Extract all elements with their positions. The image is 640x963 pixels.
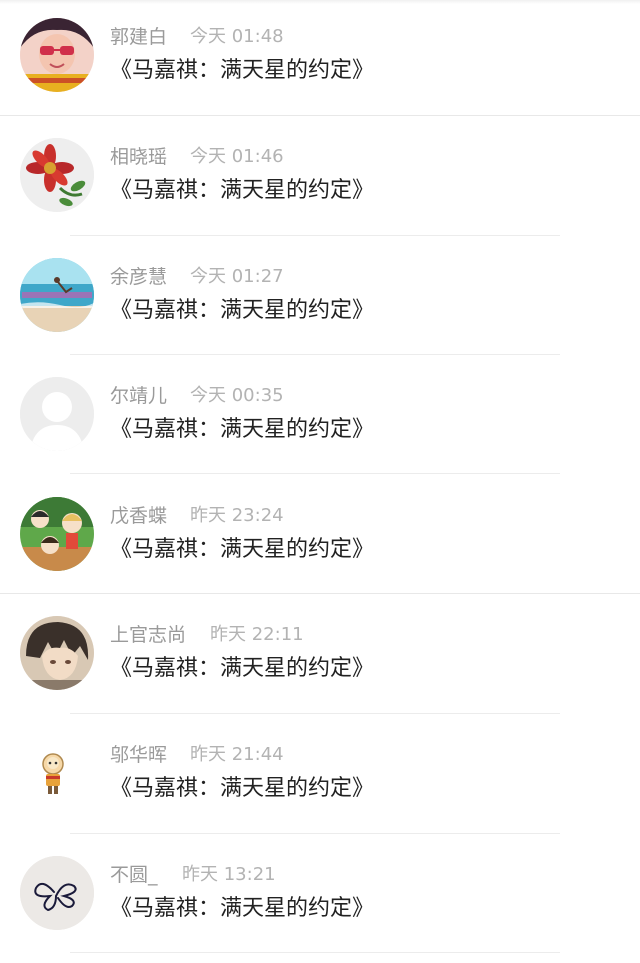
- user-name[interactable]: 相晓瑶: [110, 144, 167, 170]
- user-name[interactable]: 上官志尚: [110, 622, 186, 648]
- avatar[interactable]: [20, 736, 94, 810]
- user-name[interactable]: 尔靖儿: [110, 383, 167, 409]
- divider: [0, 115, 640, 116]
- beach-avatar-icon: [20, 258, 94, 332]
- avatar[interactable]: [20, 497, 94, 571]
- divider: [0, 593, 640, 594]
- sunglasses-girl-avatar-icon: [20, 18, 94, 92]
- user-name[interactable]: 戊香蝶: [110, 503, 167, 529]
- comment-title[interactable]: 《马嘉祺：满天星的约定》: [110, 535, 374, 565]
- comment-title[interactable]: 《马嘉祺：满天星的约定》: [110, 894, 374, 924]
- list-item[interactable]: 戊香蝶 昨天 23:24 《马嘉祺：满天星的约定》: [0, 479, 640, 599]
- divider: [70, 235, 560, 236]
- comment-title[interactable]: 《马嘉祺：满天星的约定》: [110, 176, 374, 206]
- timestamp: 今天 00:35: [190, 385, 284, 406]
- timestamp: 今天 01:48: [190, 26, 284, 47]
- comment-title[interactable]: 《马嘉祺：满天星的约定》: [110, 654, 374, 684]
- comment-title[interactable]: 《马嘉祺：满天星的约定》: [110, 56, 374, 86]
- list-item[interactable]: 邬华晖 昨天 21:44 《马嘉祺：满天星的约定》: [0, 718, 640, 838]
- list-item[interactable]: 不圆_ 昨天 13:21 《马嘉祺：满天星的约定》: [0, 838, 640, 958]
- list-item[interactable]: 郭建白 今天 01:48 《马嘉祺：满天星的约定》: [0, 0, 640, 120]
- avatar[interactable]: [20, 18, 94, 92]
- butterfly-doodle-avatar-icon: [20, 856, 94, 930]
- timestamp: 今天 01:46: [190, 146, 284, 167]
- default-avatar-icon: [20, 377, 94, 451]
- user-name[interactable]: 余彦慧: [110, 264, 167, 290]
- comment-title[interactable]: 《马嘉祺：满天星的约定》: [110, 774, 374, 804]
- timestamp: 昨天 13:21: [182, 864, 276, 885]
- divider: [70, 833, 560, 834]
- divider: [70, 952, 560, 953]
- avatar[interactable]: [20, 377, 94, 451]
- list-item[interactable]: 相晓瑶 今天 01:46 《马嘉祺：满天星的约定》: [0, 120, 640, 240]
- user-name[interactable]: 邬华晖: [110, 742, 167, 768]
- avatar[interactable]: [20, 138, 94, 212]
- user-name[interactable]: 不圆_: [110, 862, 158, 888]
- red-flower-avatar-icon: [20, 138, 94, 212]
- user-name[interactable]: 郭建白: [110, 24, 167, 50]
- divider: [70, 713, 560, 714]
- divider: [70, 473, 560, 474]
- timestamp: 昨天 21:44: [190, 744, 284, 765]
- comment-title[interactable]: 《马嘉祺：满天星的约定》: [110, 296, 374, 326]
- list-item[interactable]: 上官志尚 昨天 22:11 《马嘉祺：满天星的约定》: [0, 598, 640, 718]
- comment-title[interactable]: 《马嘉祺：满天星的约定》: [110, 415, 374, 445]
- timestamp: 昨天 22:11: [210, 624, 304, 645]
- anime-boy-avatar-icon: [20, 616, 94, 690]
- timestamp: 今天 01:27: [190, 266, 284, 287]
- timestamp: 昨天 23:24: [190, 505, 284, 526]
- avatar[interactable]: [20, 258, 94, 332]
- anime-kids-avatar-icon: [20, 497, 94, 571]
- avatar[interactable]: [20, 856, 94, 930]
- cartoon-monk-avatar-icon: [20, 736, 94, 810]
- comment-list: 郭建白 今天 01:48 《马嘉祺：满天星的约定》 相晓瑶 今天 01:46 《…: [0, 0, 640, 963]
- divider: [70, 354, 560, 355]
- avatar[interactable]: [20, 616, 94, 690]
- list-item[interactable]: 尔靖儿 今天 00:35 《马嘉祺：满天星的约定》: [0, 359, 640, 479]
- list-item[interactable]: 余彦慧 今天 01:27 《马嘉祺：满天星的约定》: [0, 240, 640, 360]
